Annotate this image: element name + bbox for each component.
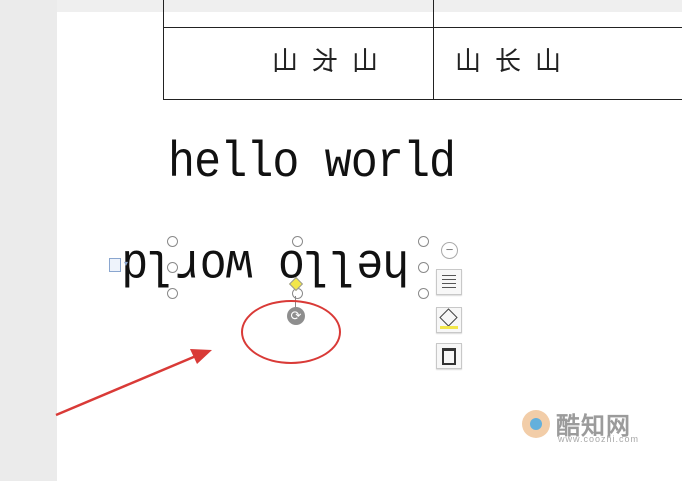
watermark-logo-icon [522, 410, 550, 438]
watermark-url: www.coozhi.com [558, 434, 640, 444]
watermark: 酷知网 www.coozhi.com [518, 404, 648, 446]
